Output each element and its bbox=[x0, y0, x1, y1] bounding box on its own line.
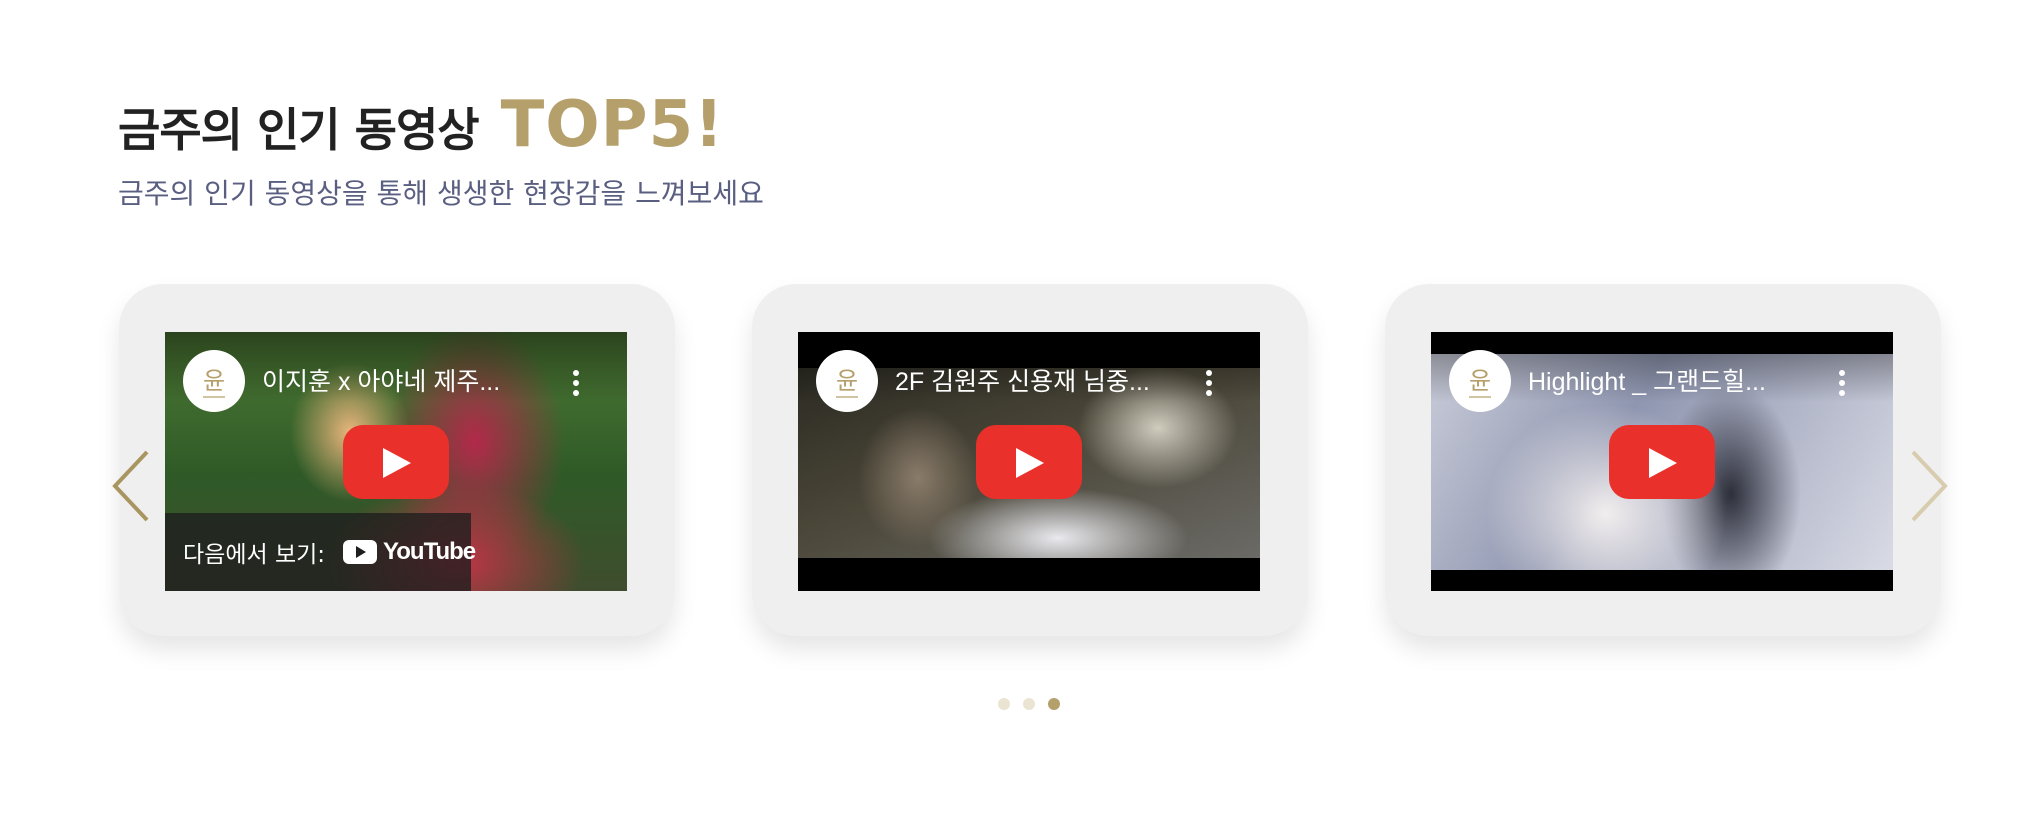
pagination-dot[interactable] bbox=[1023, 698, 1035, 710]
video-title[interactable]: 이지훈 x 아야네 제주... bbox=[262, 362, 552, 398]
play-icon bbox=[383, 447, 411, 478]
video-card: 윤 이지훈 x 아야네 제주... 다음에서 보기: YouTube bbox=[119, 284, 675, 636]
video-card: 윤 2F 김원주 신용재 님중... bbox=[752, 284, 1308, 636]
pagination-dot-active[interactable] bbox=[1048, 698, 1060, 710]
channel-logo-icon: 윤 bbox=[836, 367, 858, 398]
youtube-logo: YouTube bbox=[343, 538, 476, 566]
play-icon bbox=[1016, 447, 1044, 478]
more-options-icon[interactable] bbox=[1206, 370, 1212, 396]
section-title-accent: TOP5! bbox=[500, 88, 725, 162]
play-button[interactable] bbox=[976, 424, 1082, 499]
chevron-left-icon[interactable] bbox=[109, 448, 153, 524]
channel-logo-icon: 윤 bbox=[203, 367, 225, 398]
play-button[interactable] bbox=[1609, 424, 1715, 499]
channel-logo-icon: 윤 bbox=[1469, 367, 1491, 398]
video-carousel: 윤 이지훈 x 아야네 제주... 다음에서 보기: YouTube 윤 2F … bbox=[93, 280, 1965, 680]
pagination-dot[interactable] bbox=[998, 698, 1010, 710]
youtube-icon bbox=[343, 540, 378, 564]
play-button[interactable] bbox=[343, 424, 449, 499]
channel-avatar[interactable]: 윤 bbox=[1449, 350, 1511, 412]
section-title-main: 금주의 인기 동영상 bbox=[118, 103, 480, 157]
youtube-wordmark: YouTube bbox=[383, 538, 476, 565]
chevron-right-icon[interactable] bbox=[1907, 448, 1951, 524]
video-card: 윤 Highlight _ 그랜드힐... bbox=[1385, 284, 1941, 636]
channel-avatar[interactable]: 윤 bbox=[816, 350, 878, 412]
section-title: 금주의 인기 동영상 TOP5! bbox=[118, 88, 764, 162]
channel-avatar[interactable]: 윤 bbox=[183, 350, 245, 412]
youtube-embed[interactable]: 윤 이지훈 x 아야네 제주... 다음에서 보기: YouTube bbox=[165, 332, 627, 591]
section-header: 금주의 인기 동영상 TOP5! 금주의 인기 동영상을 통해 생생한 현장감을… bbox=[118, 88, 764, 212]
carousel-pagination bbox=[998, 698, 1073, 710]
watch-on-youtube-button[interactable]: 다음에서 보기: YouTube bbox=[165, 513, 476, 591]
svg-text:윤: 윤 bbox=[1469, 367, 1491, 395]
youtube-embed[interactable]: 윤 Highlight _ 그랜드힐... bbox=[1431, 332, 1893, 591]
youtube-embed[interactable]: 윤 2F 김원주 신용재 님중... bbox=[798, 332, 1260, 591]
section-subtitle: 금주의 인기 동영상을 통해 생생한 현장감을 느껴보세요 bbox=[118, 177, 764, 210]
video-title[interactable]: Highlight _ 그랜드힐... bbox=[1528, 362, 1818, 398]
play-icon bbox=[1649, 447, 1677, 478]
video-title[interactable]: 2F 김원주 신용재 님중... bbox=[895, 362, 1185, 398]
watch-on-label: 다음에서 보기: bbox=[183, 542, 326, 568]
popular-videos-section: 금주의 인기 동영상 TOP5! 금주의 인기 동영상을 통해 생생한 현장감을… bbox=[0, 0, 2024, 834]
svg-text:윤: 윤 bbox=[203, 367, 225, 395]
svg-text:윤: 윤 bbox=[836, 367, 858, 395]
more-options-icon[interactable] bbox=[573, 370, 579, 396]
more-options-icon[interactable] bbox=[1839, 370, 1845, 396]
